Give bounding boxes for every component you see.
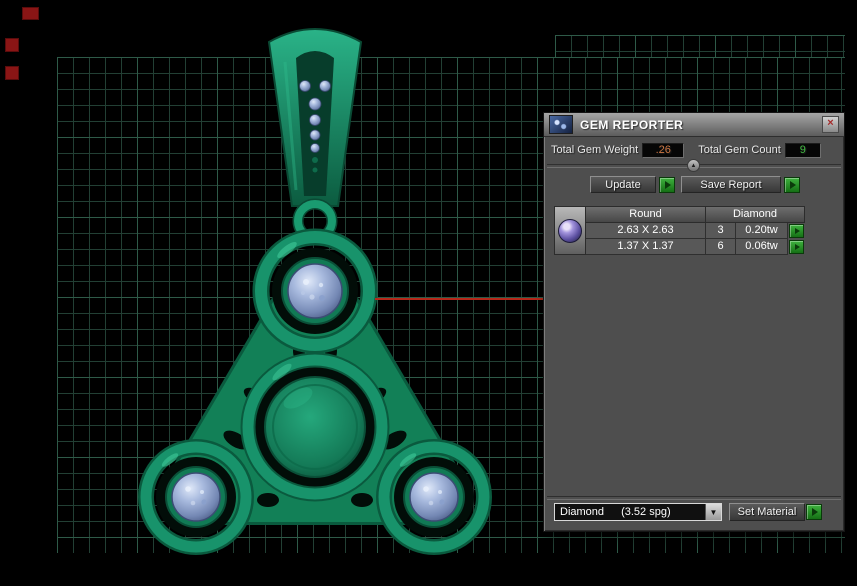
actions-row: Update Save Report <box>544 176 844 195</box>
set-material-button[interactable]: Set Material <box>729 503 805 521</box>
gem-row-go-button[interactable] <box>789 224 804 238</box>
material-divider <box>547 496 841 500</box>
right-arrow-icon <box>795 244 800 250</box>
save-report-go-button[interactable] <box>784 177 800 193</box>
material-dropdown-value: Diamond (3.52 spg) <box>555 506 705 518</box>
save-report-button[interactable]: Save Report <box>681 176 781 193</box>
top-gem-lobe <box>252 228 378 354</box>
right-gem-lobe <box>376 439 492 555</box>
right-arrow-icon <box>812 508 818 516</box>
total-gem-weight-label: Total Gem Weight <box>551 144 639 156</box>
panel-titlebar[interactable]: GEM REPORTER × <box>544 113 844 137</box>
collapse-divider: ▲ <box>547 159 841 172</box>
totals-row: Total Gem Weight .26 Total Gem Count 9 <box>551 142 840 158</box>
right-arrow-icon <box>790 181 796 189</box>
total-gem-count-value: 9 <box>784 142 821 158</box>
gem-reporter-icon <box>549 115 573 134</box>
center-hub <box>240 352 390 502</box>
gem-row[interactable]: 2.63 X 2.63 3 0.20tw <box>586 223 805 239</box>
application-window: GEM REPORTER × Total Gem Weight .26 Tota… <box>0 0 857 586</box>
close-icon[interactable]: × <box>822 116 839 133</box>
pendant-bail <box>267 28 363 207</box>
red-guide-line <box>375 298 545 300</box>
gem-table-header: Round Diamond <box>586 206 805 223</box>
gem-weight-cell: 0.06tw <box>736 239 788 255</box>
panel-title: GEM REPORTER <box>580 117 684 132</box>
diamond-column-header: Diamond <box>706 206 805 223</box>
gem-table-grid: Round Diamond 2.63 X 2.63 3 0.20tw 1.37 … <box>586 206 805 255</box>
material-name: Diamond <box>560 506 605 518</box>
right-gem <box>409 472 459 522</box>
gem-size-cell: 1.37 X 1.37 <box>586 239 706 255</box>
gem-table: Round Diamond 2.63 X 2.63 3 0.20tw 1.37 … <box>554 206 805 255</box>
top-gem <box>287 263 343 319</box>
gem-count-cell: 6 <box>706 239 736 255</box>
gem-weight-cell: 0.20tw <box>736 223 788 239</box>
gem-count-cell: 3 <box>706 223 736 239</box>
round-column-header: Round <box>586 206 706 223</box>
total-gem-weight-value: .26 <box>642 142 685 158</box>
collapse-button[interactable]: ▲ <box>687 159 700 172</box>
gem-row[interactable]: 1.37 X 1.37 6 0.06tw <box>586 239 805 255</box>
material-spg: (3.52 spg) <box>621 506 671 518</box>
right-arrow-icon <box>665 181 671 189</box>
update-go-button[interactable] <box>659 177 675 193</box>
chevron-down-icon[interactable]: ▼ <box>705 504 721 520</box>
gem-thumbnail-icon <box>558 218 582 243</box>
gem-row-go-button[interactable] <box>789 240 804 254</box>
material-row: Diamond (3.52 spg) ▼ Set Material <box>554 503 836 522</box>
material-dropdown[interactable]: Diamond (3.52 spg) ▼ <box>554 503 722 521</box>
update-button[interactable]: Update <box>590 176 656 193</box>
left-gem-lobe <box>138 439 254 555</box>
right-arrow-icon <box>795 228 800 234</box>
total-gem-count-label: Total Gem Count <box>698 144 781 156</box>
set-material-go-button[interactable] <box>806 504 822 520</box>
gem-reporter-panel: GEM REPORTER × Total Gem Weight .26 Tota… <box>543 112 845 532</box>
gem-size-cell: 2.63 X 2.63 <box>586 223 706 239</box>
left-gem <box>171 472 221 522</box>
gem-thumbnail <box>554 206 586 255</box>
